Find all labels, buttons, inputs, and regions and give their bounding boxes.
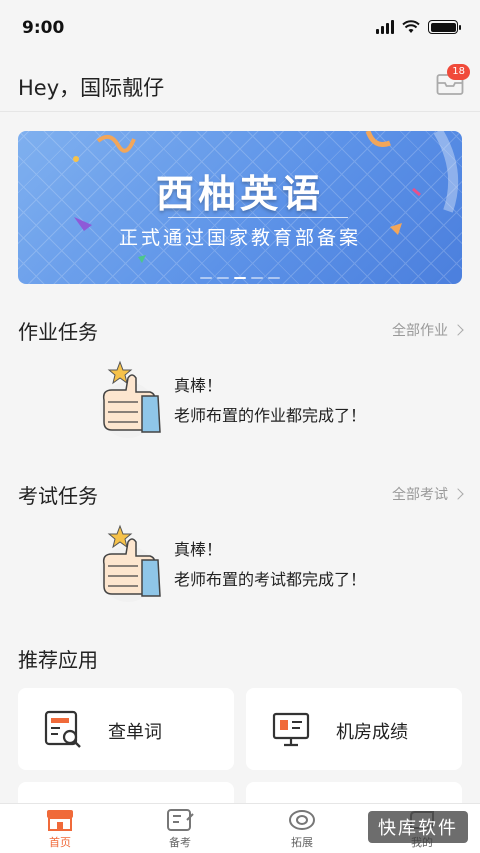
exam-empty-title: 真棒！ [174,540,223,559]
tab-exam-prep[interactable]: 备考 [140,808,220,850]
banner-page-dot [200,277,212,279]
banner-page-dot [268,277,280,279]
exam-prep-icon [167,809,194,831]
homework-empty-message: 老师布置的作业都完成了！ [174,406,367,425]
promo-banner[interactable]: 西柚英语 正式通过国家教育部备案 [18,131,462,284]
all-exams-label: 全部考试 [392,487,448,503]
wifi-icon [402,20,420,33]
banner-page-dot [251,277,263,279]
chevron-right-icon [452,488,464,500]
tab-label: 首页 [49,836,71,849]
mail-button[interactable]: 18 [436,64,470,96]
thumbs-up-icon [100,360,161,438]
thumbs-up-icon [100,524,161,602]
computer-lab-score-icon [272,712,310,747]
battery-icon [428,20,461,34]
banner-pagination [18,277,462,279]
banner-divider [168,217,348,218]
all-homework-link[interactable]: 全部作业 [392,320,464,340]
homework-empty-title: 真棒！ [174,376,223,395]
banner-page-dot [217,277,229,279]
greeting-text: Hey，国际靓仔 [18,76,165,100]
tab-label: 备考 [169,836,191,849]
app-card-lab-score[interactable]: 机房成绩 [246,688,462,770]
status-bar: 9:00 [0,0,480,58]
unread-badge: 18 [447,64,470,80]
homework-empty-state: 真棒！ 老师布置的作业都完成了！ [98,360,418,444]
home-icon [47,810,73,831]
status-icons [376,20,461,34]
tab-home[interactable]: 首页 [20,808,100,850]
exam-empty-message: 老师布置的考试都完成了！ [174,570,367,589]
dictionary-search-icon [44,710,81,748]
all-homework-label: 全部作业 [392,323,448,339]
explore-icon [289,810,315,830]
homework-section-title: 作业任务 [18,320,98,344]
all-exams-link[interactable]: 全部考试 [392,484,464,504]
app-card-dictionary[interactable]: 查单词 [18,688,234,770]
app-label: 查单词 [108,722,162,743]
exam-empty-state: 真棒！ 老师布置的考试都完成了！ [98,524,418,608]
app-label: 机房成绩 [336,722,408,743]
recommended-section-title: 推荐应用 [18,648,98,672]
banner-title: 西柚英语 [155,171,324,216]
cellular-signal-icon [376,20,394,34]
tab-label: 拓展 [291,836,313,849]
exam-section-title: 考试任务 [18,484,98,508]
battery-fill [430,22,456,32]
tab-explore[interactable]: 拓展 [262,808,342,850]
chevron-right-icon [452,324,464,336]
banner-page-dot [234,277,246,279]
status-time: 9:00 [22,18,65,38]
banner-subtitle: 正式通过国家教育部备案 [118,227,361,249]
header: Hey，国际靓仔 18 [0,58,480,112]
watermark: 快库软件 [368,811,468,843]
